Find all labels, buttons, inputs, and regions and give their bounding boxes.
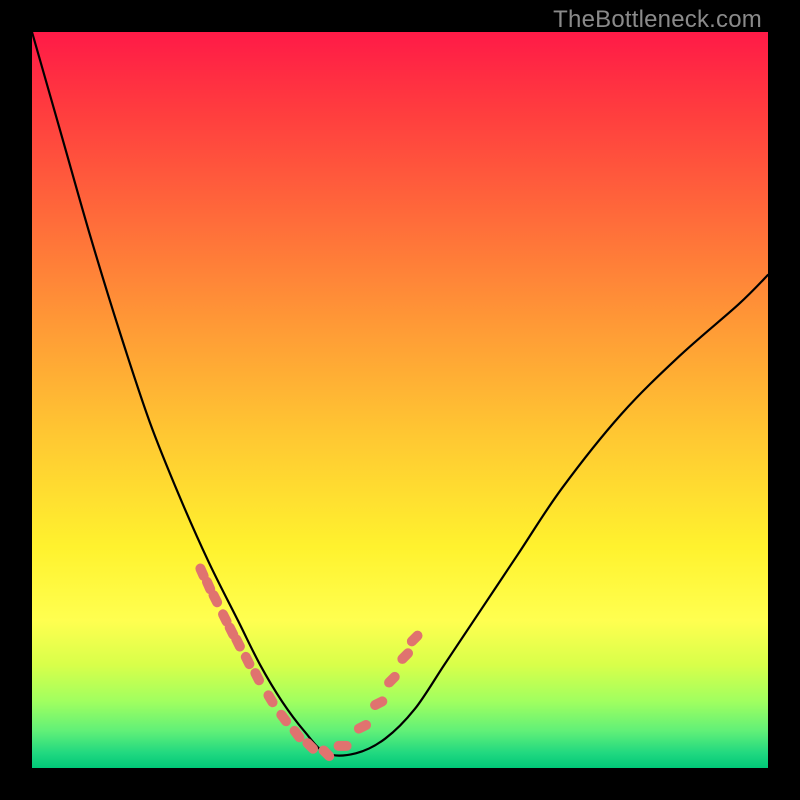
highlight-marker bbox=[317, 743, 337, 763]
highlight-markers bbox=[194, 562, 425, 763]
bottleneck-curve bbox=[32, 32, 768, 756]
bottleneck-curve-plot bbox=[32, 32, 768, 768]
watermark-text: TheBottleneck.com bbox=[553, 6, 762, 34]
chart-area bbox=[32, 32, 768, 768]
highlight-marker bbox=[274, 708, 293, 728]
highlight-marker bbox=[368, 695, 389, 712]
highlight-marker bbox=[395, 646, 415, 666]
highlight-marker bbox=[334, 741, 352, 751]
highlight-marker bbox=[405, 629, 425, 649]
highlight-marker bbox=[352, 718, 373, 735]
highlight-marker bbox=[382, 670, 402, 690]
